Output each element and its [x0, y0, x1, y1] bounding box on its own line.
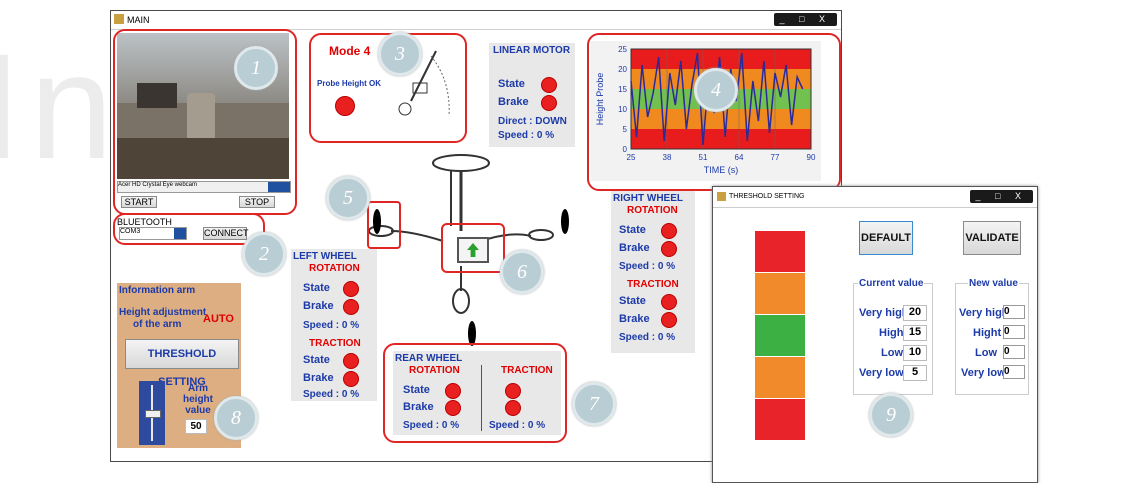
left-wheel-panel: LEFT WHEEL ROTATION State Brake Speed : …	[291, 249, 377, 401]
left-tr-state-label: State	[303, 354, 330, 366]
info-arm-title: Information arm	[119, 285, 196, 296]
left-rot-brake-label: Brake	[303, 300, 334, 312]
threshold-setting-button[interactable]: THRESHOLD SETTING	[125, 339, 239, 388]
linear-direction: Direct : DOWN	[498, 116, 567, 127]
left-tr-speed: Speed : 0 %	[303, 389, 360, 400]
new-hight-text: 0	[1004, 326, 1010, 337]
arm-mode-value: AUTO	[203, 313, 234, 325]
threshold-window-controls[interactable]: _ □ X	[969, 190, 1033, 203]
threshold-bar-segment	[755, 231, 805, 272]
new-value-very-low[interactable]: 0	[1003, 365, 1025, 379]
current-value-low: 10	[903, 345, 927, 361]
left-wheel-title: LEFT WHEEL	[293, 251, 357, 262]
callout-box-5	[367, 201, 401, 249]
callout-badge-9: 9	[869, 393, 913, 437]
callout-badge-3: 3	[378, 32, 422, 76]
right-tr-brake-label: Brake	[619, 313, 650, 325]
right-rot-state-led	[661, 223, 677, 239]
callout-box-2	[113, 213, 265, 245]
new-value-low[interactable]: 0	[1003, 345, 1025, 359]
current-value-title: Current value	[858, 278, 925, 289]
current-value-very-low: 5	[903, 365, 927, 381]
callout-box-4	[587, 33, 841, 191]
new-value-hight[interactable]: 0	[1003, 325, 1025, 339]
new-label-low: Low	[975, 347, 997, 359]
callout-badge-6: 6	[500, 250, 544, 294]
current-value-very-hight: 20	[903, 305, 927, 321]
current-label-low: Low	[881, 347, 903, 359]
right-wheel-panel: RIGHT WHEEL ROTATION State Brake Speed :…	[611, 191, 695, 353]
current-value-hight: 15	[903, 325, 927, 341]
arm-label-1: Arm	[187, 383, 208, 394]
default-button[interactable]: DEFAULT	[859, 221, 913, 255]
right-tr-state-label: State	[619, 295, 646, 307]
threshold-bar-segment	[755, 315, 805, 356]
new-low-text: 0	[1004, 346, 1010, 357]
height-adj-line1: Height adjustment	[119, 307, 207, 318]
arm-height-slider[interactable]	[139, 381, 165, 445]
callout-badge-8: 8	[214, 396, 258, 440]
app-icon	[114, 14, 124, 24]
right-tr-speed: Speed : 0 %	[619, 332, 676, 343]
linear-brake-led	[541, 95, 557, 111]
new-very-hight-text: 0	[1004, 306, 1010, 317]
left-rotation-title: ROTATION	[309, 263, 360, 274]
threshold-bar-segment	[755, 357, 805, 398]
arm-label-2: height	[183, 394, 213, 405]
current-label-very-low: Very low	[859, 367, 904, 379]
right-rot-brake-led	[661, 241, 677, 257]
linear-speed: Speed : 0 %	[498, 130, 555, 141]
threshold-title: THRESHOLD SETTING	[729, 193, 805, 200]
new-value-title: New value	[968, 278, 1019, 289]
left-rot-speed: Speed : 0 %	[303, 320, 360, 331]
threshold-titlebar: THRESHOLD SETTING _ □ X	[713, 187, 1037, 208]
right-tr-state-led	[661, 294, 677, 310]
right-tr-brake-led	[661, 312, 677, 328]
threshold-bar-segment	[755, 399, 805, 440]
left-tr-brake-label: Brake	[303, 372, 334, 384]
right-wheel-title: RIGHT WHEEL	[613, 193, 683, 204]
left-rot-brake-led	[343, 299, 359, 315]
slider-thumb[interactable]	[145, 410, 161, 418]
arm-label-3: value	[185, 405, 211, 416]
right-rotation-title: ROTATION	[627, 205, 678, 216]
watermark: In	[0, 22, 122, 190]
callout-box-6	[441, 223, 505, 273]
new-label-very-low: Very low	[961, 367, 1006, 379]
linear-motor-title: LINEAR MOTOR	[493, 45, 571, 56]
linear-brake-label: Brake	[498, 96, 529, 108]
left-traction-title: TRACTION	[309, 338, 361, 349]
right-traction-title: TRACTION	[627, 279, 679, 290]
new-value-very-hight[interactable]: 0	[1003, 305, 1025, 319]
linear-motor-panel: LINEAR MOTOR State Brake Direct : DOWN S…	[489, 43, 575, 147]
right-wheel-icon	[561, 209, 569, 234]
callout-badge-2: 2	[242, 232, 286, 276]
callout-box-7	[383, 343, 567, 443]
linear-state-led	[541, 77, 557, 93]
right-rot-brake-label: Brake	[619, 242, 650, 254]
height-adj-line2: of the arm	[133, 319, 182, 330]
new-label-hight: Hight	[973, 327, 1002, 339]
threshold-window: THRESHOLD SETTING _ □ X DEFAULT VALIDATE…	[712, 186, 1038, 483]
callout-badge-1: 1	[234, 46, 278, 90]
linear-state-label: State	[498, 78, 525, 90]
main-titlebar: MAIN _ □ X	[111, 11, 841, 30]
new-very-low-text: 0	[1004, 366, 1010, 377]
left-tr-brake-led	[343, 371, 359, 387]
right-rot-speed: Speed : 0 %	[619, 261, 676, 272]
threshold-bar-segment	[755, 273, 805, 314]
callout-badge-7: 7	[572, 382, 616, 426]
left-rot-state-label: State	[303, 282, 330, 294]
threshold-app-icon	[717, 192, 726, 201]
callout-badge-5: 5	[326, 176, 370, 220]
callout-badge-4: 4	[694, 68, 738, 112]
left-rot-state-led	[343, 281, 359, 297]
left-tr-state-led	[343, 353, 359, 369]
arm-height-value[interactable]: 50	[185, 419, 207, 434]
threshold-color-bar	[755, 231, 805, 441]
window-controls[interactable]: _ □ X	[773, 13, 837, 26]
main-title: MAIN	[127, 15, 150, 25]
right-rot-state-label: State	[619, 224, 646, 236]
validate-button[interactable]: VALIDATE	[963, 221, 1021, 255]
